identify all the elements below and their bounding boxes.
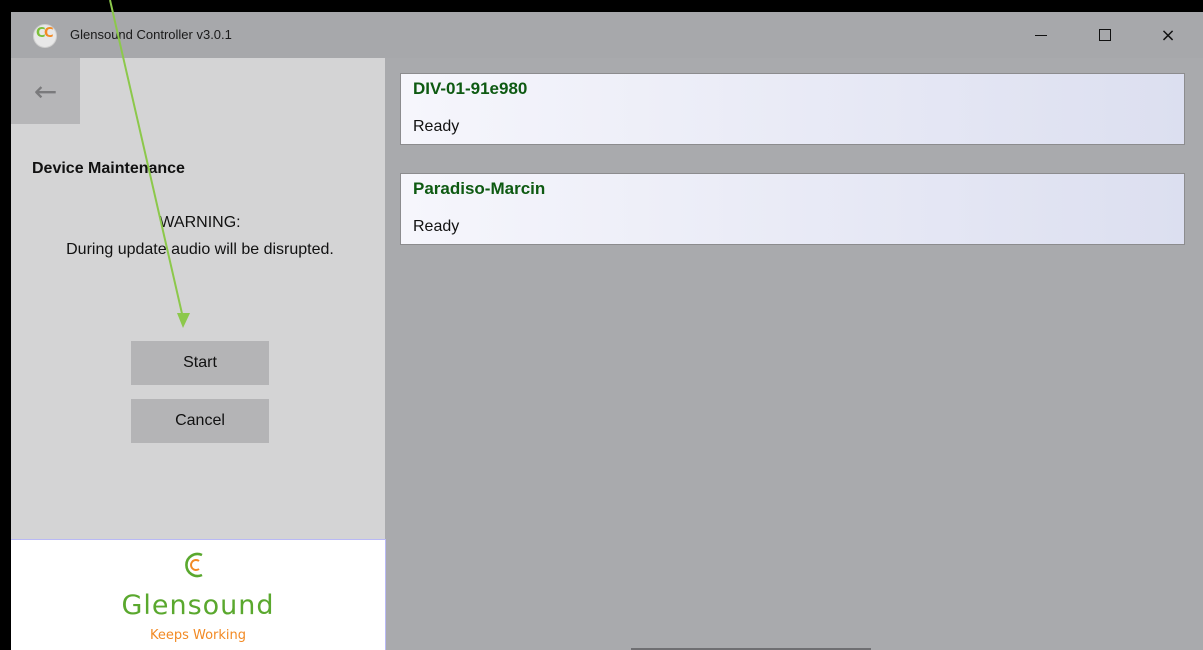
- warning-title: WARNING:: [159, 214, 241, 231]
- back-button[interactable]: ←: [11, 58, 80, 124]
- title-bar[interactable]: C C Glensound Controller v3.0.1 ×: [11, 12, 1203, 58]
- back-arrow-icon: ←: [33, 74, 58, 108]
- maximize-icon: [1099, 29, 1111, 41]
- brand-logo-area: Glensound Keeps Working: [11, 539, 386, 650]
- brand-name: Glensound: [121, 590, 275, 621]
- device-status: Ready: [413, 218, 460, 235]
- glensound-logo-icon: [185, 552, 203, 578]
- close-icon: ×: [1160, 24, 1176, 46]
- app-icon-glyph-accent: C: [44, 26, 53, 41]
- minimize-icon: [1035, 34, 1047, 36]
- device-name: DIV-01-91e980: [413, 79, 528, 98]
- app-icon-glyph: C: [36, 26, 45, 41]
- screen-frame: C C Glensound Controller v3.0.1 × ← Devi…: [0, 0, 1203, 650]
- device-card[interactable]: DIV-01-91e980 Ready: [400, 73, 1185, 145]
- close-button[interactable]: ×: [1145, 12, 1191, 58]
- app-window: C C Glensound Controller v3.0.1 × ← Devi…: [11, 12, 1203, 650]
- device-name: Paradiso-Marcin: [413, 179, 546, 198]
- app-logo-icon: C C: [33, 24, 57, 48]
- page-title: Device Maintenance: [32, 160, 185, 177]
- warning-message: During update audio will be disrupted.: [66, 241, 334, 258]
- device-card[interactable]: Paradiso-Marcin Ready: [400, 173, 1185, 245]
- brand-tagline: Keeps Working: [149, 628, 247, 643]
- window-title: Glensound Controller v3.0.1: [70, 27, 232, 42]
- start-button[interactable]: Start: [131, 341, 269, 385]
- minimize-button[interactable]: [1018, 12, 1064, 58]
- cancel-button[interactable]: Cancel: [131, 399, 269, 443]
- maintenance-panel: ← Device Maintenance WARNING: During upd…: [11, 58, 385, 542]
- maximize-button[interactable]: [1082, 12, 1128, 58]
- device-status: Ready: [413, 118, 460, 135]
